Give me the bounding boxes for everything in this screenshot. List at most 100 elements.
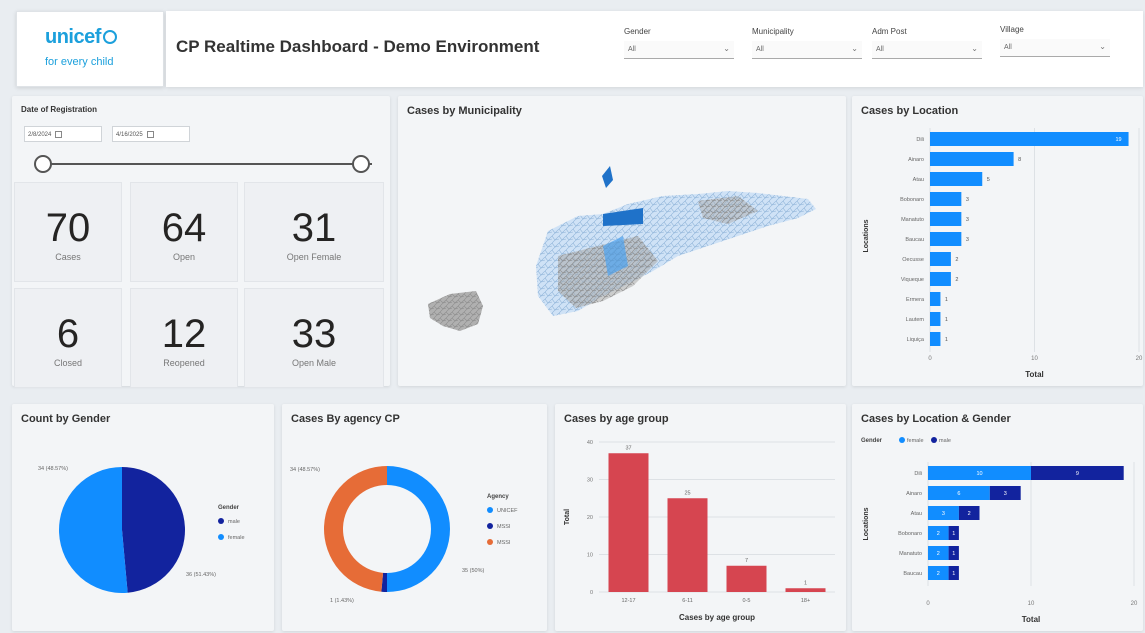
- village-filter[interactable]: Village All ⌄: [1000, 25, 1110, 57]
- count-by-gender-chart[interactable]: 34 (48.57%) 36 (51.43%) Gender male female: [12, 404, 274, 631]
- data-label: 1: [952, 531, 955, 537]
- legend-marker: [487, 507, 493, 513]
- kpi-label: Cases: [55, 252, 81, 262]
- timor-island-shape[interactable]: [536, 191, 816, 316]
- cases-by-agency-chart[interactable]: 35 (50%) 1 (1.43%) 34 (48.57%) Agency UNICEF…: [282, 404, 547, 631]
- y-tick-label: Atau: [911, 511, 922, 517]
- x-tick-label: 20: [1131, 601, 1138, 607]
- legend-marker: [218, 518, 224, 524]
- data-label: 1: [945, 317, 948, 323]
- legend-marker: [487, 539, 493, 545]
- legend-label: MSSI: [497, 524, 511, 530]
- legend-label: UNICEF: [497, 508, 518, 514]
- calendar-icon[interactable]: [146, 131, 154, 138]
- cases-by-location-panel: Cases by Location 0 10 20 Dili 19 Ainaro 8 Atau…: [852, 96, 1143, 386]
- y-tick-label: Liquiça: [907, 337, 925, 343]
- x-axis-label: Cases by age group: [679, 613, 755, 622]
- x-tick-label: 6-11: [682, 598, 693, 604]
- x-tick-label: 10: [1031, 356, 1038, 362]
- page-title: CP Realtime Dashboard - Demo Environment: [176, 37, 540, 56]
- cases-by-location-chart[interactable]: 0 10 20 Dili 19 Ainaro 8 Atau 5 Bobonaro 3 Manatuto…: [852, 96, 1143, 386]
- y-tick-label: 40: [587, 440, 593, 446]
- kpi-closed-card: 6 Closed: [14, 288, 122, 388]
- gender-dropdown[interactable]: All ⌄: [624, 41, 734, 59]
- atauro-island-shape[interactable]: [602, 166, 613, 188]
- kpi-value: 31: [291, 206, 337, 250]
- legend-label: male: [228, 519, 240, 525]
- data-label: 34 (48.57%): [290, 467, 320, 473]
- kpi-cases-card: 70 Cases: [14, 182, 122, 282]
- y-tick-label: Ermera: [906, 297, 925, 303]
- x-tick-label: 0: [926, 601, 930, 607]
- bar: [930, 132, 1129, 146]
- legend-marker: [899, 437, 905, 443]
- y-tick-label: Bobonaro: [898, 531, 922, 537]
- end-date-value: 4/16/2025: [116, 132, 143, 139]
- data-label: 2: [937, 571, 940, 577]
- kpi-value: 6: [56, 312, 80, 356]
- kpi-label: Open Male: [291, 358, 337, 368]
- kpi-value: 33: [291, 312, 337, 356]
- kpi-open-card: 64 Open: [130, 182, 238, 282]
- municipality-dropdown[interactable]: All ⌄: [752, 41, 862, 59]
- pie-slice: [387, 466, 450, 592]
- data-label: 1: [952, 571, 955, 577]
- kpi-label: Closed: [53, 358, 82, 368]
- y-tick-label: 30: [587, 478, 593, 484]
- date-slider-end-handle[interactable]: [352, 155, 370, 173]
- bar: [667, 498, 708, 592]
- municipality-map-panel: Cases by Municipality: [398, 96, 846, 386]
- bar: [930, 172, 983, 186]
- x-tick-label: 20: [1136, 356, 1143, 362]
- cases-by-location-gender-panel: Cases by Location & Gender Gender female m…: [852, 404, 1143, 631]
- legend-marker: [218, 534, 224, 540]
- x-tick-label: 0-5: [743, 598, 751, 604]
- kpi-open-male-card: 33 Open Male: [244, 288, 384, 388]
- legend-title: Gender: [218, 505, 240, 511]
- data-label: 35 (50%): [462, 568, 484, 574]
- bar: [930, 292, 941, 306]
- y-axis-label: Locations: [863, 219, 870, 252]
- kpi-label: Open Female: [286, 252, 342, 262]
- header: unicef for every child CP Realtime Dashb…: [0, 0, 1145, 92]
- municipality-filter[interactable]: Municipality All ⌄: [752, 27, 862, 59]
- end-date-input[interactable]: 4/16/2025: [112, 126, 190, 142]
- data-label: 1: [804, 580, 807, 586]
- data-label: 8: [1018, 157, 1021, 163]
- data-label: 1: [945, 337, 948, 343]
- y-tick-label: Ainaro: [908, 157, 924, 163]
- data-label: 19: [1115, 137, 1121, 143]
- date-slider-start-handle[interactable]: [34, 155, 52, 173]
- cases-by-location-gender-chart[interactable]: Gender female male 0 10 20 Dili 10 9 Ainaro 6 3 Atau…: [852, 404, 1143, 631]
- bar: [785, 588, 826, 592]
- filter-label: Municipality: [752, 27, 794, 36]
- x-axis-label: Total: [1022, 615, 1041, 624]
- kpi-value: 12: [161, 312, 207, 356]
- oecusse-exclave-shape[interactable]: [428, 291, 483, 331]
- kpi-value: 64: [161, 206, 207, 250]
- x-tick-label: 0: [928, 356, 932, 362]
- village-dropdown[interactable]: All ⌄: [1000, 39, 1110, 57]
- bar: [930, 212, 962, 226]
- legend-title: Agency: [487, 494, 509, 500]
- adm-post-filter[interactable]: Adm Post All ⌄: [872, 27, 982, 59]
- start-date-input[interactable]: 2/8/2024: [24, 126, 102, 142]
- y-tick-label: Oecusse: [902, 257, 924, 263]
- municipality-map[interactable]: [398, 96, 846, 386]
- logo-tagline: for every child: [45, 56, 114, 68]
- y-tick-label: Baucau: [903, 571, 922, 577]
- date-slider-track[interactable]: [44, 163, 372, 165]
- legend-marker: [931, 437, 937, 443]
- gender-filter[interactable]: Gender All ⌄: [624, 27, 734, 59]
- y-tick-label: 0: [590, 590, 593, 596]
- adm-post-dropdown[interactable]: All ⌄: [872, 41, 982, 59]
- legend-title: Gender: [861, 438, 883, 444]
- bar: [930, 152, 1014, 166]
- data-label: 2: [955, 257, 958, 263]
- cases-by-age-group-chart[interactable]: 0102030403712-17256-1170-5118+Cases by a…: [555, 404, 846, 631]
- calendar-icon[interactable]: [55, 131, 63, 138]
- y-tick-label: Bobonaro: [900, 197, 924, 203]
- data-label: 10: [976, 471, 982, 477]
- data-label: 3: [966, 237, 969, 243]
- legend-label: MSSI: [497, 540, 511, 546]
